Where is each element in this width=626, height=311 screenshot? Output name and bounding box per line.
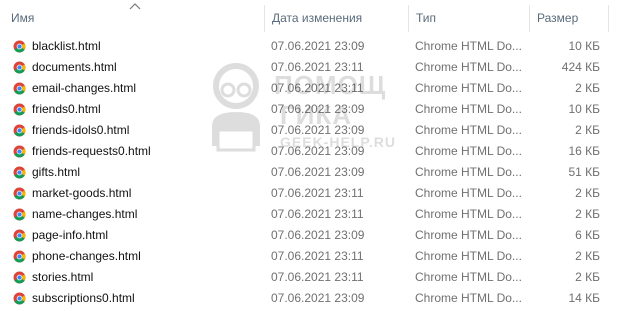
file-date: 07.06.2021 23:11 [271,270,364,284]
file-size: 424 КБ [561,60,600,74]
file-name[interactable]: friends0.html [32,99,101,120]
file-size: 2 КБ [575,270,600,284]
file-date: 07.06.2021 23:11 [271,207,364,221]
file-row[interactable]: email-changes.html 07.06.2021 23:11 Chrome… [0,78,626,99]
file-list: blacklist.html 07.06.2021 23:09 Chrome HTM… [0,36,626,309]
file-type: Chrome HTML Do... [415,144,522,158]
chrome-html-icon [13,82,26,95]
column-header-date[interactable]: Дата изменения [265,5,409,32]
chrome-html-icon [13,229,26,242]
file-type: Chrome HTML Do... [415,165,522,179]
file-name[interactable]: blacklist.html [32,36,101,57]
file-date: 07.06.2021 23:09 [271,291,365,305]
file-row[interactable]: name-changes.html 07.06.2021 23:11 Chrome … [0,204,626,225]
chrome-html-icon [13,145,26,158]
file-row[interactable]: blacklist.html 07.06.2021 23:09 Chrome HTM… [0,36,626,57]
file-size: 2 КБ [575,249,600,263]
file-row[interactable]: documents.html 07.06.2021 23:11 Chrome HTM… [0,57,626,78]
file-size: 2 КБ [575,186,600,200]
file-type: Chrome HTML Do... [415,81,522,95]
file-type: Chrome HTML Do... [415,249,522,263]
file-type: Chrome HTML Do... [415,270,522,284]
file-date: 07.06.2021 23:09 [271,144,365,158]
file-name[interactable]: subscriptions0.html [32,288,135,309]
file-date: 07.06.2021 23:11 [271,60,364,74]
file-date: 07.06.2021 23:09 [271,39,365,53]
chrome-html-icon [13,187,26,200]
chrome-html-icon [13,271,26,284]
file-size: 10 КБ [568,39,600,53]
file-name[interactable]: documents.html [32,57,117,78]
file-type: Chrome HTML Do... [415,102,522,116]
file-row[interactable]: friends0.html 07.06.2021 23:09 Chrome HTML… [0,99,626,120]
file-row[interactable]: friends-requests0.html 07.06.2021 23:09 Ch… [0,141,626,162]
file-row[interactable]: phone-changes.html 07.06.2021 23:11 Chrome… [0,246,626,267]
file-type: Chrome HTML Do... [415,123,522,137]
file-size: 2 КБ [575,207,600,221]
file-date: 07.06.2021 23:09 [271,228,365,242]
file-size: 2 КБ [575,123,600,137]
column-header-type[interactable]: Тип [409,5,530,32]
chrome-html-icon [13,166,26,179]
chrome-html-icon [13,124,26,137]
file-row[interactable]: gifts.html 07.06.2021 23:09 Chrome HTML Do… [0,162,626,183]
file-size: 16 КБ [568,144,600,158]
file-size: 14 КБ [568,291,600,305]
file-date: 07.06.2021 23:11 [271,186,364,200]
column-header-name[interactable]: Имя [0,5,265,32]
file-row[interactable]: page-info.html 07.06.2021 23:09 Chrome HTM… [0,225,626,246]
file-size: 2 КБ [575,81,600,95]
chrome-html-icon [13,250,26,263]
file-date: 07.06.2021 23:09 [271,102,365,116]
file-date: 07.06.2021 23:09 [271,165,365,179]
file-type: Chrome HTML Do... [415,207,522,221]
file-date: 07.06.2021 23:09 [271,123,365,137]
file-type: Chrome HTML Do... [415,39,522,53]
file-name[interactable]: phone-changes.html [32,246,141,267]
file-name[interactable]: email-changes.html [32,78,136,99]
file-row[interactable]: stories.html 07.06.2021 23:11 Chrome HTML … [0,267,626,288]
file-name[interactable]: market-goods.html [32,183,131,204]
file-size: 10 КБ [568,102,600,116]
file-size: 6 КБ [575,228,600,242]
file-name[interactable]: name-changes.html [32,204,137,225]
chrome-html-icon [13,61,26,74]
file-row[interactable]: subscriptions0.html 07.06.2021 23:09 Chrom… [0,288,626,309]
column-header-bar: Имя Дата изменения Тип Размер [0,0,626,36]
file-type: Chrome HTML Do... [415,186,522,200]
file-name[interactable]: gifts.html [32,162,80,183]
file-type: Chrome HTML Do... [415,60,522,74]
chrome-html-icon [13,103,26,116]
file-row[interactable]: market-goods.html 07.06.2021 23:11 Chrome … [0,183,626,204]
file-name[interactable]: stories.html [32,267,93,288]
chrome-html-icon [13,208,26,221]
file-type: Chrome HTML Do... [415,291,522,305]
file-name[interactable]: friends-idols0.html [32,120,129,141]
file-date: 07.06.2021 23:11 [271,249,364,263]
file-name[interactable]: friends-requests0.html [32,141,151,162]
chrome-html-icon [13,292,26,305]
file-name[interactable]: page-info.html [32,225,108,246]
chrome-html-icon [13,40,26,53]
column-header-size[interactable]: Размер [530,5,609,32]
file-row[interactable]: friends-idols0.html 07.06.2021 23:09 Chrom… [0,120,626,141]
file-type: Chrome HTML Do... [415,228,522,242]
file-date: 07.06.2021 23:11 [271,81,364,95]
file-size: 51 КБ [568,165,600,179]
